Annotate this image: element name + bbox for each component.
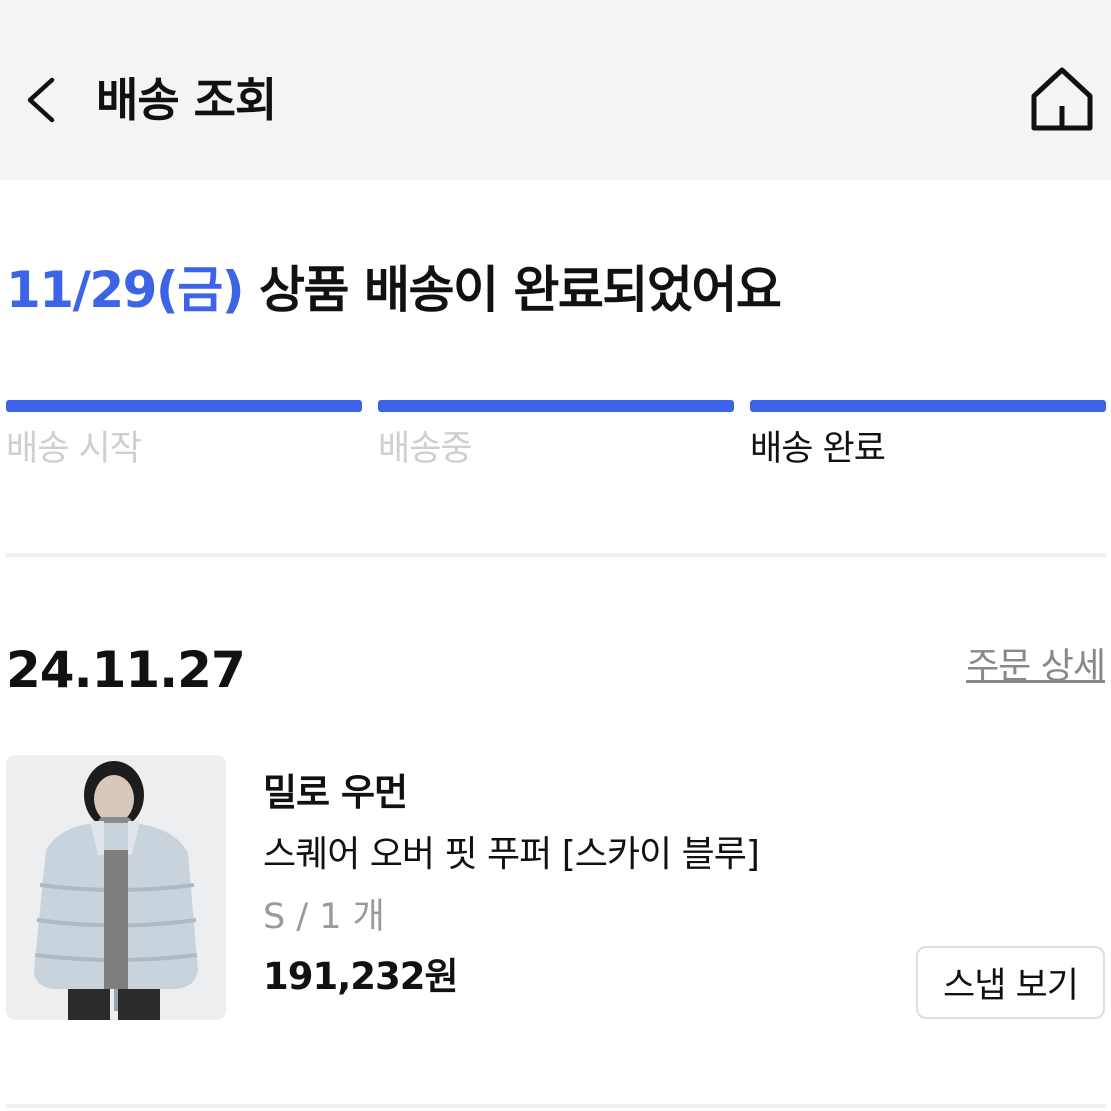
product-brand[interactable]: 밀로 우먼: [263, 768, 408, 818]
product-image: [6, 755, 226, 1020]
product-option: S / 1 개: [263, 897, 385, 937]
delivery-status-message: 상품 배송이 완료되었어요: [243, 261, 782, 319]
delivery-status-headline: 11/29(금) 상품 배송이 완료되었어요: [6, 258, 782, 322]
chevron-left-icon: [27, 77, 55, 123]
progress-bar-segment: [378, 400, 734, 412]
progress-step-label: 배송 시작: [6, 429, 142, 469]
progress-step-in-transit: 배송중: [378, 400, 734, 472]
progress-bar-segment: [750, 400, 1106, 412]
progress-bar-segment: [6, 400, 362, 412]
top-app-bar: 배송 조회: [0, 0, 1111, 180]
product-name[interactable]: 스퀘어 오버 핏 푸퍼 [스카이 블루]: [263, 830, 760, 880]
progress-step-delivered: 배송 완료: [750, 400, 1106, 472]
view-snap-button[interactable]: 스냅 보기: [916, 946, 1105, 1019]
back-button[interactable]: [18, 70, 68, 130]
section-divider: [6, 553, 1106, 557]
progress-step-start: 배송 시작: [6, 400, 362, 472]
product-thumbnail[interactable]: [6, 755, 226, 1020]
delivery-progress-tracker: 배송 시작 배송중 배송 완료: [6, 400, 1106, 490]
home-icon: [1031, 67, 1093, 131]
home-button[interactable]: [1028, 64, 1096, 134]
order-detail-link[interactable]: 주문 상세: [966, 642, 1106, 692]
order-date: 24.11.27: [6, 641, 246, 699]
progress-step-label: 배송 완료: [750, 429, 886, 469]
product-price: 191,232원: [263, 955, 459, 998]
page-title: 배송 조회: [96, 73, 277, 127]
progress-step-label: 배송중: [378, 429, 473, 469]
delivery-date: 11/29(금): [6, 261, 245, 319]
section-divider: [6, 1104, 1106, 1108]
